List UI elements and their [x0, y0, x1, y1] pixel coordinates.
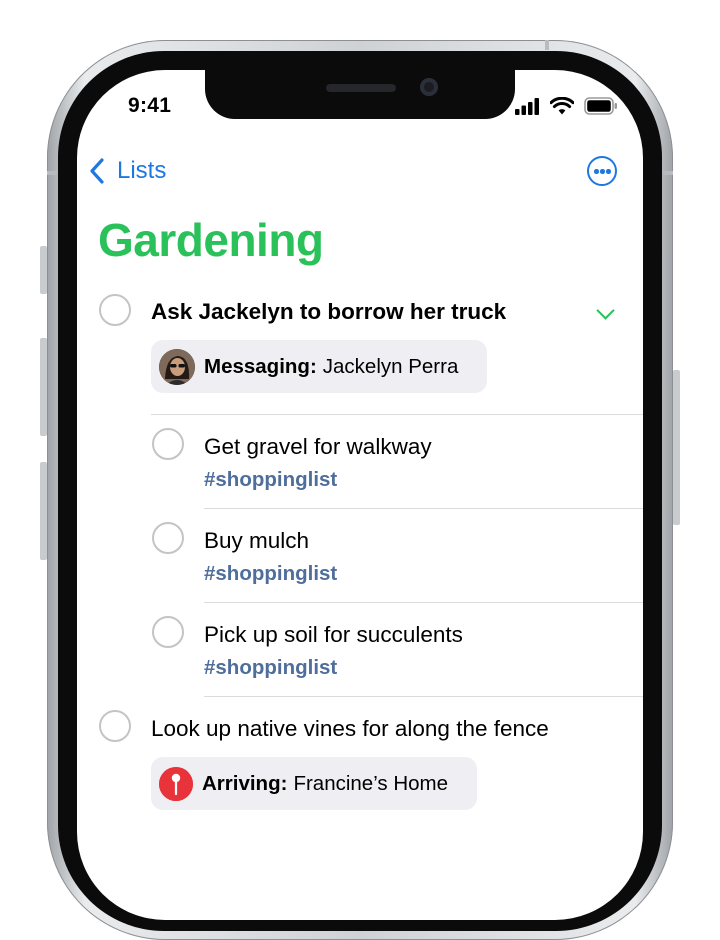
more-options-button[interactable] — [587, 156, 617, 186]
cellular-signal-icon — [515, 97, 541, 115]
notch — [205, 70, 515, 119]
chip-value: Jackelyn Perra — [322, 354, 459, 378]
subtask-complete-toggle[interactable] — [152, 522, 184, 554]
chevron-down-icon[interactable] — [596, 301, 615, 320]
subtask-title[interactable]: Get gravel for walkway — [204, 434, 432, 460]
action-button — [40, 246, 47, 294]
back-button[interactable]: Lists — [89, 156, 166, 186]
volume-down-button — [40, 462, 47, 560]
complete-toggle[interactable] — [99, 294, 131, 326]
earpiece-speaker — [326, 84, 396, 92]
list-title: Gardening — [98, 214, 324, 266]
reminder-title[interactable]: Ask Jackelyn to borrow her truck — [151, 299, 506, 325]
complete-toggle[interactable] — [99, 710, 131, 742]
battery-icon — [584, 97, 618, 115]
subtask-title[interactable]: Buy mulch — [204, 528, 309, 554]
screen: 9:41 Lists Gardening Ask Jackelyn to bor… — [77, 70, 643, 920]
back-label: Lists — [117, 157, 167, 184]
status-time: 9:41 — [128, 94, 172, 117]
subtask-title[interactable]: Pick up soil for succulents — [204, 622, 463, 648]
subtask-complete-toggle[interactable] — [152, 428, 184, 460]
chip-value: Francine’s Home — [293, 771, 449, 795]
wifi-icon — [549, 96, 575, 115]
hashtag[interactable]: #shoppinglist — [204, 468, 337, 492]
subtask-complete-toggle[interactable] — [152, 616, 184, 648]
messaging-chip[interactable]: Messaging: Jackelyn Perra — [151, 340, 487, 393]
chip-label: Arriving: — [202, 771, 288, 795]
hashtag[interactable]: #shoppinglist — [204, 562, 337, 586]
contact-avatar-icon — [159, 348, 195, 385]
location-chip[interactable]: Arriving: Francine’s Home — [151, 757, 477, 810]
chevron-left-icon — [89, 158, 105, 184]
location-pin-icon — [159, 766, 193, 801]
hashtag[interactable]: #shoppinglist — [204, 656, 337, 680]
divider — [204, 602, 643, 603]
chip-label: Messaging: — [204, 354, 317, 378]
volume-up-button — [40, 338, 47, 436]
divider — [204, 696, 643, 697]
divider — [151, 414, 643, 415]
divider — [204, 508, 643, 509]
front-camera — [420, 78, 438, 96]
power-button — [673, 370, 680, 525]
reminder-title[interactable]: Look up native vines for along the fence — [151, 716, 549, 742]
